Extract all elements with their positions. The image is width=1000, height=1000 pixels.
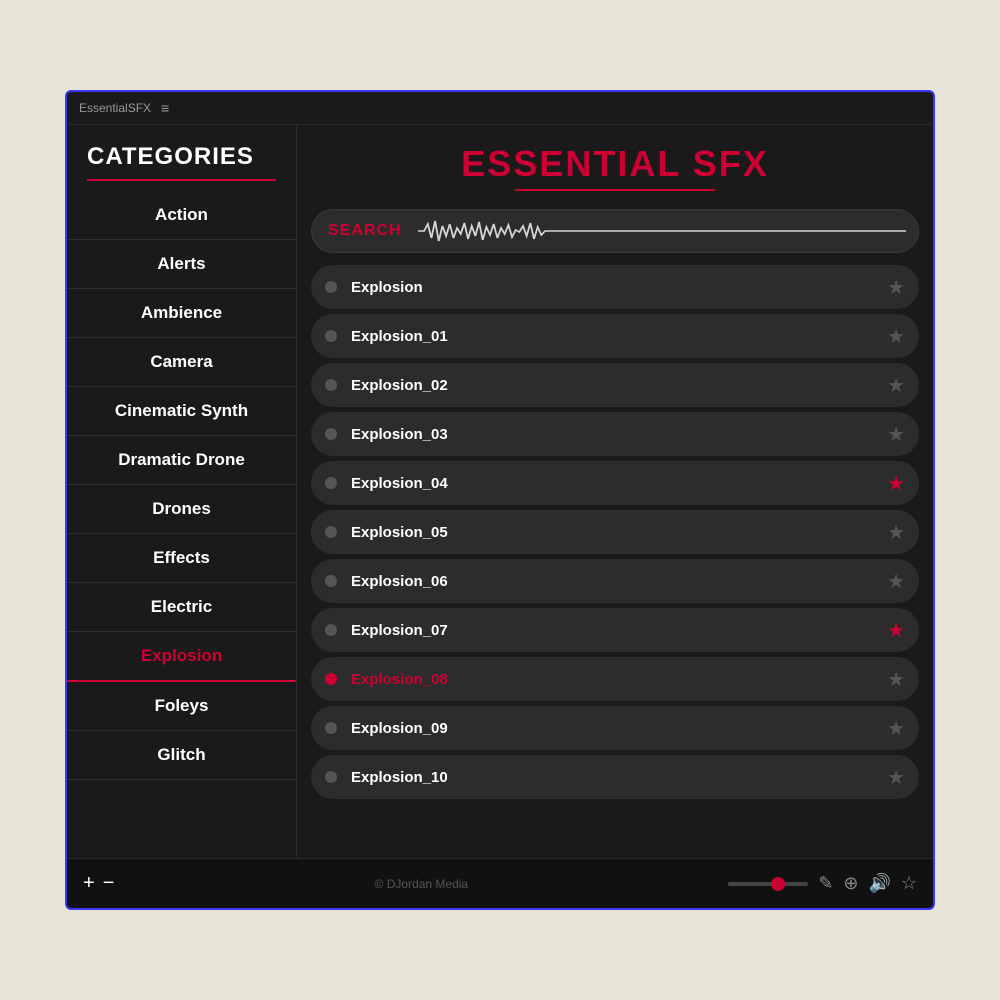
sound-item-9[interactable]: Explosion_09★	[311, 706, 919, 750]
sound-item-6[interactable]: Explosion_06★	[311, 559, 919, 603]
right-panel: ESSENTIAL SFX SEARCH Explosion★Explosion…	[297, 125, 933, 858]
sound-name-9: Explosion_09	[351, 720, 887, 737]
favorites-icon[interactable]: ☆	[901, 873, 917, 894]
add-button[interactable]: +	[83, 872, 95, 895]
globe-icon[interactable]: ⊕	[843, 873, 858, 894]
title-underline	[515, 189, 715, 191]
main-content: CATEGORIES ActionAlertsAmbienceCameraCin…	[67, 125, 933, 858]
star-btn-6[interactable]: ★	[887, 569, 905, 594]
sound-item-0[interactable]: Explosion★	[311, 265, 919, 309]
bottom-left: + −	[83, 872, 114, 895]
sidebar-item-camera[interactable]: Camera	[67, 338, 296, 387]
play-dot-8	[325, 673, 337, 685]
sound-item-5[interactable]: Explosion_05★	[311, 510, 919, 554]
sound-item-4[interactable]: Explosion_04★	[311, 461, 919, 505]
app-title-area: ESSENTIAL SFX	[297, 125, 933, 201]
waveform-area	[418, 216, 918, 246]
app-name-label: EssentialSFX	[79, 101, 151, 115]
app-title-part2: SFX	[693, 143, 769, 184]
volume-icon[interactable]: 🔊	[868, 873, 890, 894]
play-dot-4	[325, 477, 337, 489]
sidebar-item-electric[interactable]: Electric	[67, 583, 296, 632]
star-btn-9[interactable]: ★	[887, 716, 905, 741]
edit-icon[interactable]: ✎	[818, 873, 833, 894]
star-btn-7[interactable]: ★	[887, 618, 905, 643]
play-dot-2	[325, 379, 337, 391]
star-btn-10[interactable]: ★	[887, 765, 905, 790]
sound-name-7: Explosion_07	[351, 622, 887, 639]
star-btn-2[interactable]: ★	[887, 373, 905, 398]
sidebar-item-effects[interactable]: Effects	[67, 534, 296, 583]
sound-name-2: Explosion_02	[351, 377, 887, 394]
sidebar-item-ambience[interactable]: Ambience	[67, 289, 296, 338]
sidebar-item-action[interactable]: Action	[67, 191, 296, 240]
title-bar: EssentialSFX ≡	[67, 92, 933, 125]
sound-item-7[interactable]: Explosion_07★	[311, 608, 919, 652]
play-dot-0	[325, 281, 337, 293]
sidebar-item-cinematic-synth[interactable]: Cinematic Synth	[67, 387, 296, 436]
sidebar: CATEGORIES ActionAlertsAmbienceCameraCin…	[67, 125, 297, 858]
sound-item-2[interactable]: Explosion_02★	[311, 363, 919, 407]
sound-item-3[interactable]: Explosion_03★	[311, 412, 919, 456]
star-btn-5[interactable]: ★	[887, 520, 905, 545]
search-label: SEARCH	[312, 222, 418, 240]
sidebar-item-foleys[interactable]: Foleys	[67, 682, 296, 731]
bottom-right: ✎ ⊕ 🔊 ☆	[728, 873, 917, 894]
sound-item-1[interactable]: Explosion_01★	[311, 314, 919, 358]
volume-slider-container[interactable]	[728, 882, 808, 886]
slider-fill	[728, 882, 772, 886]
app-title-part1: ESSENTIAL	[461, 143, 680, 184]
sound-item-10[interactable]: Explosion_10★	[311, 755, 919, 799]
sidebar-item-explosion[interactable]: Explosion	[67, 632, 296, 682]
sound-item-8[interactable]: Explosion_08★	[311, 657, 919, 701]
star-btn-3[interactable]: ★	[887, 422, 905, 447]
copyright-text: © DJordan Media	[114, 877, 728, 891]
slider-thumb[interactable]	[771, 877, 785, 891]
play-dot-10	[325, 771, 337, 783]
sidebar-item-drones[interactable]: Drones	[67, 485, 296, 534]
star-btn-8[interactable]: ★	[887, 667, 905, 692]
star-btn-4[interactable]: ★	[887, 471, 905, 496]
play-dot-7	[325, 624, 337, 636]
play-dot-9	[325, 722, 337, 734]
star-btn-1[interactable]: ★	[887, 324, 905, 349]
sidebar-list: ActionAlertsAmbienceCameraCinematic Synt…	[67, 191, 296, 858]
sound-name-8: Explosion_08	[351, 671, 887, 688]
search-bar[interactable]: SEARCH	[311, 209, 919, 253]
sound-list: Explosion★Explosion_01★Explosion_02★Expl…	[297, 261, 933, 858]
sidebar-item-dramatic-drone[interactable]: Dramatic Drone	[67, 436, 296, 485]
sound-name-10: Explosion_10	[351, 769, 887, 786]
app-title-text: ESSENTIAL SFX	[297, 143, 933, 185]
sidebar-item-alerts[interactable]: Alerts	[67, 240, 296, 289]
slider-track[interactable]	[728, 882, 808, 886]
play-dot-3	[325, 428, 337, 440]
sound-name-4: Explosion_04	[351, 475, 887, 492]
play-dot-1	[325, 330, 337, 342]
remove-button[interactable]: −	[103, 872, 115, 895]
sound-name-6: Explosion_06	[351, 573, 887, 590]
star-btn-0[interactable]: ★	[887, 275, 905, 300]
sidebar-item-glitch[interactable]: Glitch	[67, 731, 296, 780]
sidebar-header: CATEGORIES	[67, 125, 296, 191]
play-dot-5	[325, 526, 337, 538]
app-window: EssentialSFX ≡ CATEGORIES ActionAlertsAm…	[65, 90, 935, 910]
sound-name-1: Explosion_01	[351, 328, 887, 345]
sound-name-3: Explosion_03	[351, 426, 887, 443]
sound-name-0: Explosion	[351, 279, 887, 296]
menu-icon[interactable]: ≡	[161, 100, 169, 116]
sound-name-5: Explosion_05	[351, 524, 887, 541]
categories-title: CATEGORIES	[87, 143, 276, 181]
bottom-bar: + − © DJordan Media ✎ ⊕ 🔊 ☆	[67, 858, 933, 908]
waveform-svg	[418, 216, 906, 246]
play-dot-6	[325, 575, 337, 587]
